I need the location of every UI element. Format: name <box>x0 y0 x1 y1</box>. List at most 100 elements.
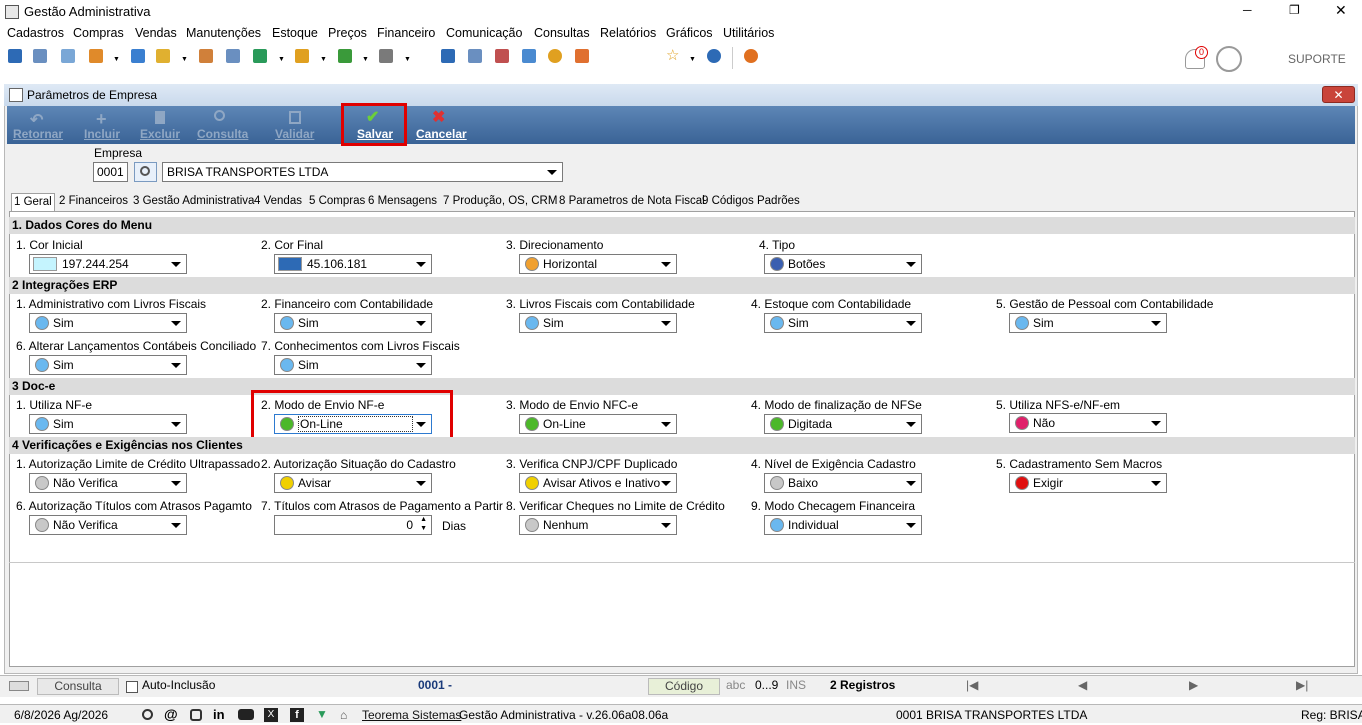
home-icon[interactable] <box>8 49 22 63</box>
direcionamento-select[interactable]: Horizontal <box>519 254 677 274</box>
menu-comunicacao[interactable]: Comunicação <box>446 26 522 40</box>
cor-final-select[interactable]: 45.106.181 <box>274 254 432 274</box>
person-icon[interactable] <box>199 49 213 63</box>
calculator-icon[interactable] <box>468 49 482 63</box>
first-record-button[interactable]: |◀ <box>966 678 978 695</box>
tab-codigos-padroes[interactable]: 9 Códigos Padrões <box>700 193 802 211</box>
chevron-down-icon[interactable]: ▼ <box>362 56 369 63</box>
teorema-link[interactable]: Teorema Sistemas <box>362 708 461 725</box>
tab-vendas[interactable]: 4 Vendas <box>252 193 304 211</box>
clock-icon[interactable] <box>548 49 562 63</box>
box-icon[interactable] <box>295 49 309 63</box>
tipo-select[interactable]: Botões <box>764 254 922 274</box>
calendar30-icon[interactable] <box>522 49 536 63</box>
form-close-button[interactable]: ✕ <box>1322 86 1355 103</box>
last-record-button[interactable]: ▶| <box>1296 678 1308 695</box>
tab-financeiros[interactable]: 2 Financeiros <box>57 193 130 211</box>
x-icon[interactable]: X <box>264 708 278 722</box>
printer-icon[interactable] <box>379 49 393 63</box>
folder-icon[interactable] <box>156 49 170 63</box>
chevron-up-icon[interactable]: ▲ <box>420 516 427 523</box>
cheques-limite-select[interactable]: Nenhum <box>519 515 677 535</box>
menu-manutencoes[interactable]: Manutenções <box>186 26 261 40</box>
empresa-code-field[interactable]: 0001 <box>93 162 128 182</box>
info-icon[interactable] <box>707 49 721 63</box>
chevron-down-icon[interactable]: ▼ <box>420 525 427 532</box>
codigo-status[interactable]: Código <box>648 678 720 695</box>
linkedin-icon[interactable]: in <box>213 707 225 722</box>
avatar[interactable] <box>1216 46 1242 72</box>
consulta-status[interactable]: Consulta <box>37 678 119 695</box>
image-icon[interactable] <box>575 49 589 63</box>
cancelar-button[interactable]: Cancelar <box>416 127 467 141</box>
menu-graficos[interactable]: Gráficos <box>666 26 713 40</box>
estoque-contab-select[interactable]: Sim <box>764 313 922 333</box>
tab-nota-fiscal[interactable]: 8 Parametros de Nota Fiscal <box>557 193 707 211</box>
tab-gestao-administrativa[interactable]: 3 Gestão Administrativa <box>131 193 256 211</box>
menu-precos[interactable]: Preços <box>328 26 367 40</box>
modo-envio-nfce-select[interactable]: On-Line <box>519 414 677 434</box>
tab-producao[interactable]: 7 Produção, OS, CRM <box>441 193 559 211</box>
whatsapp-icon[interactable] <box>142 709 153 720</box>
user-name[interactable]: SUPORTE <box>1288 52 1346 66</box>
chevron-down-icon[interactable]: ▼ <box>404 56 411 63</box>
youtube-icon[interactable] <box>238 709 254 720</box>
checagem-financeira-select[interactable]: Individual <box>764 515 922 535</box>
cor-inicial-select[interactable]: 197.244.254 <box>29 254 187 274</box>
power-icon[interactable] <box>744 49 758 63</box>
utiliza-nfse-select[interactable]: Não <box>1009 413 1167 433</box>
consulta-button[interactable]: Consulta <box>197 127 248 141</box>
menu-consultas[interactable]: Consultas <box>534 26 590 40</box>
menu-utilitarios[interactable]: Utilitários <box>723 26 774 40</box>
validar-button[interactable]: Validar <box>275 127 314 141</box>
menu-estoque[interactable]: Estoque <box>272 26 318 40</box>
maximize-button[interactable]: ❐ <box>1289 3 1300 17</box>
calendar-icon[interactable] <box>495 49 509 63</box>
dias-atraso-stepper[interactable]: 0 ▲ ▼ <box>274 515 432 535</box>
menu-compras[interactable]: Compras <box>73 26 124 40</box>
users-icon[interactable] <box>33 49 47 63</box>
pessoal-contab-select[interactable]: Sim <box>1009 313 1167 333</box>
retornar-button[interactable]: Retornar <box>13 127 63 141</box>
titulos-atraso-select[interactable]: Não Verifica <box>29 515 187 535</box>
money-icon[interactable] <box>338 49 352 63</box>
list-icon[interactable] <box>89 49 103 63</box>
incluir-button[interactable]: Incluir <box>84 127 120 141</box>
chevron-down-icon[interactable]: ▼ <box>113 56 120 63</box>
chevron-down-icon[interactable]: ▼ <box>689 56 696 63</box>
livros-contab-select[interactable]: Sim <box>519 313 677 333</box>
card-icon[interactable] <box>61 49 75 63</box>
at-icon[interactable]: @ <box>164 706 178 722</box>
close-window-button[interactable]: ✕ <box>1335 2 1347 19</box>
next-record-button[interactable]: ▶ <box>1189 678 1198 695</box>
tab-geral[interactable]: 1 Geral <box>11 193 55 211</box>
menu-cadastros[interactable]: Cadastros <box>7 26 64 40</box>
utiliza-nfe-select[interactable]: Sim <box>29 414 187 434</box>
sem-macros-select[interactable]: Exigir <box>1009 473 1167 493</box>
chevron-down-icon[interactable]: ▼ <box>320 56 327 63</box>
limite-credito-select[interactable]: Não Verifica <box>29 473 187 493</box>
chevron-down-icon[interactable]: ▼ <box>278 56 285 63</box>
cnpj-duplicado-select[interactable]: Avisar Ativos e Inativo <box>519 473 677 493</box>
empresa-search-button[interactable] <box>134 162 157 182</box>
conhec-livros-select[interactable]: Sim <box>274 355 432 375</box>
situacao-cadastro-select[interactable]: Avisar <box>274 473 432 493</box>
grid-icon[interactable] <box>441 49 455 63</box>
menu-relatorios[interactable]: Relatórios <box>600 26 656 40</box>
building-icon[interactable] <box>226 49 240 63</box>
facebook-icon[interactable]: f <box>290 708 304 722</box>
empresa-select[interactable]: BRISA TRANSPORTES LTDA <box>162 162 563 182</box>
tab-mensagens[interactable]: 6 Mensagens <box>366 193 439 211</box>
document-icon[interactable] <box>131 49 145 63</box>
instagram-icon[interactable] <box>190 709 202 721</box>
star-icon[interactable]: ☆ <box>666 46 679 64</box>
minimize-button[interactable]: ─ <box>1243 3 1252 17</box>
cart-icon[interactable] <box>253 49 267 63</box>
prev-record-button[interactable]: ◀ <box>1078 678 1087 695</box>
chevron-down-icon[interactable]: ▼ <box>181 56 188 63</box>
menu-vendas[interactable]: Vendas <box>135 26 177 40</box>
menu-financeiro[interactable]: Financeiro <box>377 26 435 40</box>
auto-inclusao-checkbox[interactable] <box>126 681 138 693</box>
tab-compras[interactable]: 5 Compras <box>307 193 367 211</box>
nivel-exigencia-select[interactable]: Baixo <box>764 473 922 493</box>
